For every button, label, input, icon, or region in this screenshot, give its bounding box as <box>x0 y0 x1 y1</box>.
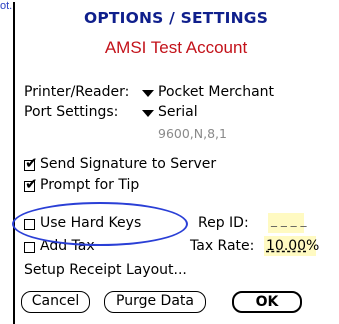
printer-reader-select[interactable]: Pocket Merchant <box>158 84 274 100</box>
port-settings-label: Port Settings: <box>24 104 119 120</box>
prompt-tip-label[interactable]: Prompt for Tip <box>40 177 139 193</box>
port-dropdown-arrow-icon[interactable] <box>142 110 154 117</box>
setup-receipt-layout-link[interactable]: Setup Receipt Layout... <box>24 262 187 278</box>
cropped-text-fragment: ot. <box>0 0 13 12</box>
use-hard-keys-checkbox[interactable] <box>24 219 35 230</box>
purge-data-button[interactable]: Purge Data <box>104 291 206 313</box>
options-settings-screen: OPTIONS / SETTINGS AMSI Test Account Pri… <box>13 2 339 324</box>
use-hard-keys-label[interactable]: Use Hard Keys <box>40 215 141 231</box>
printer-dropdown-arrow-icon[interactable] <box>142 90 154 97</box>
cancel-button[interactable]: Cancel <box>21 291 90 313</box>
checkmark-icon: ✔ <box>25 154 38 172</box>
tax-rate-unit: % <box>306 238 320 254</box>
send-signature-label[interactable]: Send Signature to Server <box>40 156 216 172</box>
rep-id-label: Rep ID: <box>198 215 249 231</box>
add-tax-label[interactable]: Add Tax <box>40 238 95 254</box>
port-settings-select[interactable]: Serial <box>158 104 198 120</box>
tax-rate-label: Tax Rate: <box>190 238 255 254</box>
add-tax-checkbox[interactable] <box>24 242 35 253</box>
checkmark-icon: ✔ <box>25 175 38 193</box>
ok-button[interactable]: OK <box>232 291 302 313</box>
rep-id-input[interactable]: _ _ _ _ <box>271 213 306 227</box>
port-settings-detail: 9600,N,8,1 <box>158 126 227 141</box>
account-name: AMSI Test Account <box>104 38 248 57</box>
page-title: OPTIONS / SETTINGS <box>83 9 269 27</box>
tax-rate-input[interactable]: 10.00 <box>266 238 306 254</box>
printer-reader-label: Printer/Reader: <box>24 84 130 100</box>
